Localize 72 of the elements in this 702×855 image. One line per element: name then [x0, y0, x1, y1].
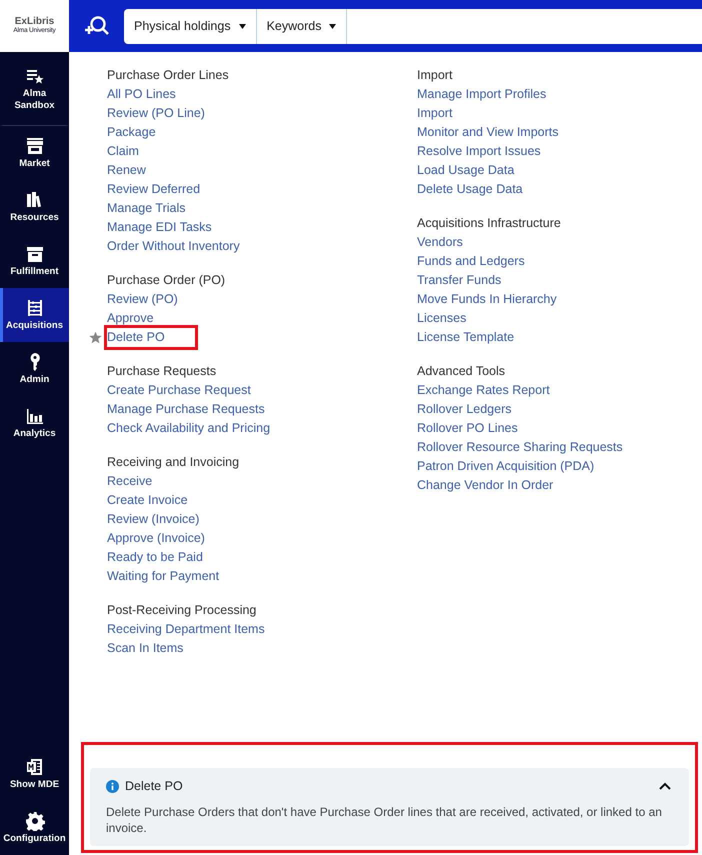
menu-link[interactable]: Patron Driven Acquisition (PDA)	[417, 457, 594, 476]
star-icon[interactable]	[89, 331, 102, 344]
sidebar-item[interactable]: Resources	[0, 180, 69, 234]
section-heading: Post-Receiving Processing	[107, 602, 258, 619]
box-icon	[24, 244, 44, 264]
menu-link[interactable]: Manage Import Profiles	[417, 85, 546, 104]
menu-link[interactable]: All PO Lines	[107, 85, 176, 104]
section-heading: Advanced Tools	[417, 363, 506, 380]
section-heading: Acquisitions Infrastructure	[417, 215, 562, 232]
field-dropdown[interactable]: Keywords	[256, 8, 348, 44]
menu-link[interactable]: Create Invoice	[107, 491, 188, 510]
section-heading: Import	[417, 67, 454, 84]
menu-link[interactable]: Manage EDI Tasks	[107, 218, 212, 237]
section-heading: Purchase Order Lines	[107, 67, 230, 84]
menu-link[interactable]: Review (PO Line)	[107, 104, 205, 123]
menu-link[interactable]: Review Deferred	[107, 180, 200, 199]
menu-link[interactable]: Claim	[107, 142, 139, 161]
sidebar-item[interactable]: Market	[0, 126, 69, 180]
info-icon	[106, 780, 119, 792]
caret-icon	[238, 24, 246, 28]
menu-link[interactable]: Package	[107, 123, 156, 142]
menu-link[interactable]: Order Without Inventory	[107, 237, 240, 256]
menu-link[interactable]: Create Purchase Request	[107, 381, 251, 400]
search-field[interactable]: Physical holdings Keywords	[124, 8, 702, 44]
menu-link[interactable]: Resolve Import Issues	[417, 142, 541, 161]
menu-link[interactable]: Delete PO	[107, 328, 195, 347]
menu-link[interactable]: License Template	[417, 328, 514, 347]
menu-link[interactable]: Approve	[107, 309, 154, 328]
menu-link[interactable]: Monitor and View Imports	[417, 123, 558, 142]
menu-link[interactable]: Review (Invoice)	[107, 510, 200, 529]
menu-link[interactable]: Receive	[107, 472, 152, 491]
document-icon	[24, 757, 44, 777]
menu-link[interactable]: Scan In Items	[107, 639, 184, 658]
menu-link[interactable]: Ready to be Paid	[107, 548, 203, 567]
section-heading: Purchase Order (PO)	[107, 272, 226, 289]
sidebar-item[interactable]: Analytics	[0, 396, 69, 450]
caret-icon	[329, 24, 336, 28]
panel-title: Delete PO	[125, 779, 184, 793]
menu-link[interactable]: Check Availability and Pricing	[107, 419, 270, 438]
sidebar-item[interactable]: Configuration	[0, 801, 69, 855]
section-heading: Receiving and Invoicing	[107, 454, 240, 471]
menu-link[interactable]: Licenses	[417, 309, 466, 328]
menu-link[interactable]: Rollover Ledgers	[417, 400, 512, 419]
scope-dropdown[interactable]: Physical holdings	[124, 8, 257, 44]
menu-link[interactable]: Load Usage Data	[417, 161, 514, 180]
menu-link[interactable]: Renew	[107, 161, 146, 180]
menu-link[interactable]: Review (PO)	[107, 290, 178, 309]
menu-link[interactable]: Waiting for Payment	[107, 567, 220, 586]
menu-link[interactable]: Receiving Department Items	[107, 620, 265, 639]
menu-link[interactable]: Manage Trials	[107, 199, 186, 218]
menu-link[interactable]: Transfer Funds	[417, 271, 502, 290]
menu-link[interactable]: Manage Purchase Requests	[107, 400, 265, 419]
section-heading: Purchase Requests	[107, 363, 218, 380]
menu-link[interactable]: Change Vendor In Order	[417, 476, 554, 495]
bar-chart-icon	[24, 406, 44, 426]
menu-link[interactable]: Move Funds In Hierarchy	[417, 290, 557, 309]
sidebar-item[interactable]: Fulfillment	[0, 234, 69, 288]
menu-link[interactable]: Delete Usage Data	[417, 180, 523, 199]
menu-link[interactable]: Import	[417, 104, 452, 123]
menu-link[interactable]: Rollover Resource Sharing Requests	[417, 438, 623, 457]
chevron-icon	[659, 782, 671, 790]
menu-link[interactable]: Approve (Invoice)	[107, 529, 205, 548]
sidebar-item[interactable]: Show MDE	[0, 747, 69, 801]
panel-description: Delete Purchase Orders that don't have Purchase Order lines that are received, activated, or linked to an invoice.	[106, 804, 663, 836]
store-icon	[24, 136, 44, 156]
menu-link[interactable]: Vendors	[417, 233, 463, 252]
sidebar-item[interactable]: Acquisitions	[0, 288, 69, 342]
settings-icon	[24, 811, 44, 831]
menu-link[interactable]: Funds and Ledgers	[417, 252, 525, 271]
menu-link[interactable]: Exchange Rates Report	[417, 381, 550, 400]
menu-link[interactable]: Rollover PO Lines	[417, 419, 518, 438]
sidebar-item[interactable]: Admin	[0, 342, 69, 396]
